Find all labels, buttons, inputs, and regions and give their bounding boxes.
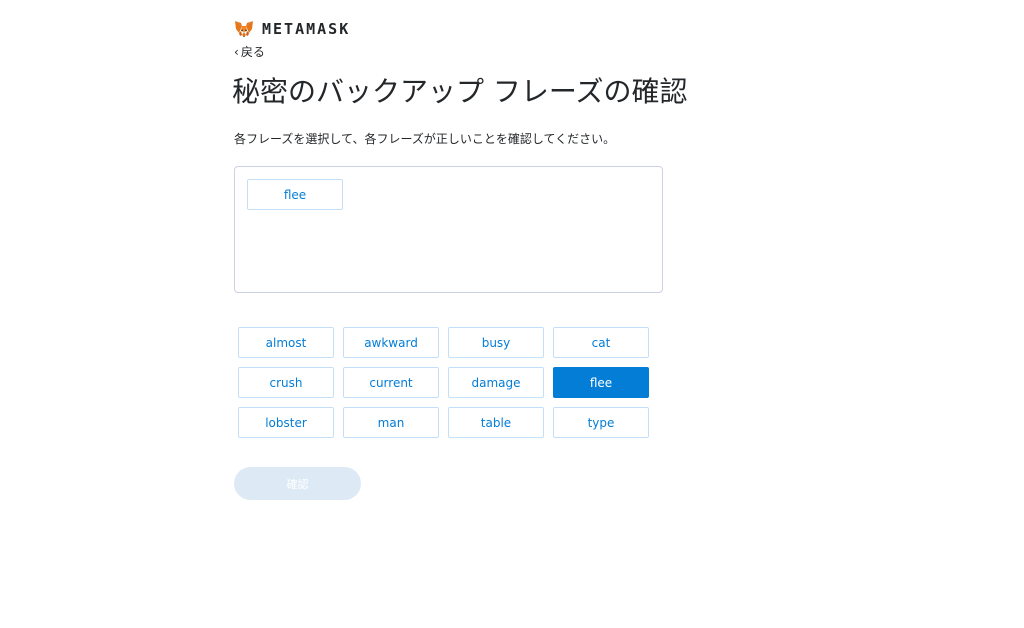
confirm-button[interactable]: 確認 xyxy=(234,467,361,500)
back-link[interactable]: ‹ 戻る xyxy=(234,43,265,60)
word-option-crush[interactable]: crush xyxy=(238,367,334,398)
word-option-damage[interactable]: damage xyxy=(448,367,544,398)
instruction-text: 各フレーズを選択して、各フレーズが正しいことを確認してください。 xyxy=(234,132,616,146)
word-option-busy[interactable]: busy xyxy=(448,327,544,358)
word-option-man[interactable]: man xyxy=(343,407,439,438)
word-option-current[interactable]: current xyxy=(343,367,439,398)
chevron-left-icon: ‹ xyxy=(234,44,239,59)
word-option-almost[interactable]: almost xyxy=(238,327,334,358)
page-title: 秘密のバックアップ フレーズの確認 xyxy=(232,75,688,108)
word-option-lobster[interactable]: lobster xyxy=(238,407,334,438)
word-option-cat[interactable]: cat xyxy=(553,327,649,358)
confirm-seed-phrase-page: METAMASK ‹ 戻る 秘密のバックアップ フレーズの確認 各フレーズを選択… xyxy=(0,0,1024,628)
selected-words-area: flee xyxy=(234,166,663,293)
back-label: 戻る xyxy=(240,45,265,59)
word-option-flee[interactable]: flee xyxy=(553,367,649,398)
word-option-table[interactable]: table xyxy=(448,407,544,438)
metamask-logo: METAMASK xyxy=(234,20,350,38)
metamask-fox-icon xyxy=(234,20,254,38)
selected-word-chip[interactable]: flee xyxy=(247,179,343,210)
word-options-grid: almost awkward busy cat crush current da… xyxy=(238,327,649,438)
word-option-awkward[interactable]: awkward xyxy=(343,327,439,358)
logo-wordmark: METAMASK xyxy=(262,20,351,38)
word-option-type[interactable]: type xyxy=(553,407,649,438)
